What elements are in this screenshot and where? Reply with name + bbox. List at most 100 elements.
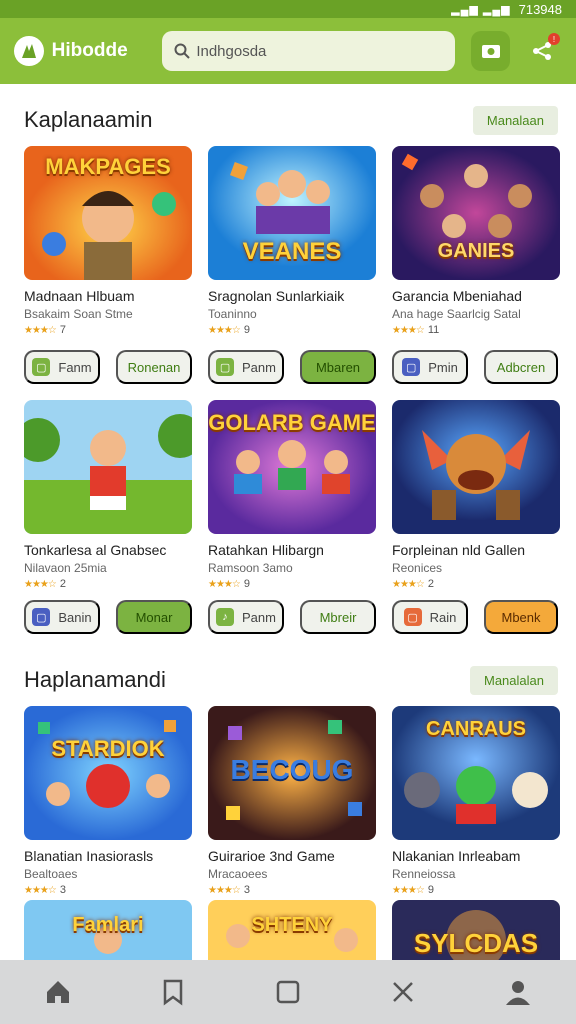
star-rating-icon: ★★★☆ — [24, 578, 57, 590]
play-button[interactable]: ▢ Panm — [208, 350, 284, 384]
game-banner: SHTENY — [251, 914, 333, 936]
play-button[interactable]: ♪ Panm — [208, 600, 284, 634]
game-title: Nlakanian Inrleabam — [392, 848, 521, 864]
game-thumbnail: Famlari — [24, 900, 192, 960]
action-button[interactable]: Adbcren — [484, 350, 558, 384]
game-banner: Famlari — [72, 914, 144, 936]
game-thumbnail: SHTENY — [208, 900, 376, 960]
play-button[interactable]: ▢ Banin — [24, 600, 100, 634]
game-card[interactable]: CANRAUS Nlakanian Inrleabam Renneiossa ★… — [392, 706, 560, 896]
section-header: Haplanamandi Manalalan — [24, 664, 558, 696]
see-more-button[interactable]: Manalaan — [472, 105, 558, 135]
game-banner: STARDIOK — [51, 736, 165, 761]
star-rating-icon: ★★★☆ — [392, 884, 425, 896]
game-subtitle: Bealtoaes — [24, 867, 78, 881]
game-card[interactable]: VEANES Sragnolan Sunlarkiaik Toaninno ★★… — [208, 146, 376, 336]
game-thumbnail: SYLCDAS — [392, 900, 560, 960]
game-thumbnail — [392, 400, 560, 534]
nav-home[interactable] — [33, 967, 83, 1017]
section-header: Kaplanaamin Manalaan — [24, 104, 558, 136]
star-rating-icon: ★★★☆ — [208, 884, 241, 896]
game-banner: GANIES — [437, 240, 515, 262]
game-thumbnail: STARDIOK — [24, 706, 192, 840]
game-subtitle: Nilavaon 25mia — [24, 561, 107, 575]
game-rating: ★★★☆ 3 — [208, 884, 250, 896]
game-subtitle: Reonices — [392, 561, 443, 575]
game-subtitle: Ramsoon 3amo — [208, 561, 293, 575]
game-banner: SYLCDAS — [413, 928, 539, 958]
notification-badge: ! — [548, 33, 560, 45]
game-card[interactable]: Famlari — [24, 900, 192, 960]
search-bar[interactable] — [162, 31, 455, 71]
app-logo-icon — [14, 36, 44, 66]
game-card[interactable]: SHTENY — [208, 900, 376, 960]
game-subtitle: Mracaoees — [208, 867, 268, 881]
game-thumbnail: CANRAUS — [392, 706, 560, 840]
game-subtitle: Renneiossa — [392, 867, 456, 881]
play-icon: ▢ — [32, 608, 51, 626]
play-icon: ♪ — [216, 608, 235, 626]
game-card[interactable]: Tonkarlesa al Gnabsec Nilavaon 25mia ★★★… — [24, 400, 192, 590]
play-icon: ▢ — [403, 608, 422, 626]
game-banner: GOLARB GAME — [208, 410, 376, 435]
nav-bookmark[interactable] — [148, 967, 198, 1017]
main-content: Kaplanaamin Manalaan MAKPAGES Madnaan Hl… — [0, 84, 576, 960]
app-bar: Hibodde ! — [0, 18, 576, 84]
game-card[interactable]: BECOUG Guirarioe 3nd Game Mracaoees ★★★☆… — [208, 706, 376, 896]
game-rating: ★★★☆ 9 — [208, 578, 250, 590]
game-thumbnail: MAKPAGES — [24, 146, 192, 280]
see-more-button[interactable]: Manalalan — [470, 665, 558, 695]
play-button[interactable]: ▢ Fanm — [24, 350, 100, 384]
star-rating-icon: ★★★☆ — [208, 578, 241, 590]
action-button[interactable]: Mbaren — [300, 350, 376, 384]
game-card[interactable]: STARDIOK Blanatian Inasiorasls Bealtoaes… — [24, 706, 192, 896]
game-rating: ★★★☆ 7 — [24, 324, 66, 336]
game-rating: ★★★☆ 2 — [392, 578, 434, 590]
action-row: ▢ Banin Monar ♪ Panm Mbreir ▢ Rain Mbenk — [24, 600, 558, 636]
search-icon — [174, 43, 191, 59]
nav-close[interactable] — [378, 967, 428, 1017]
action-button[interactable]: Mbenk — [484, 600, 558, 634]
game-title: Madnaan Hlbuam — [24, 288, 135, 304]
game-card[interactable]: GOLARB GAME Ratahkan Hlibargn Ramsoon 3a… — [208, 400, 376, 590]
game-card[interactable]: Forpleinan nld Gallen Reonices ★★★☆ 2 — [392, 400, 560, 590]
star-rating-icon: ★★★☆ — [24, 324, 57, 336]
bottom-navigation — [0, 960, 576, 1024]
square-icon — [276, 980, 300, 1004]
play-button[interactable]: ▢ Rain — [392, 600, 468, 634]
star-rating-icon: ★★★☆ — [392, 324, 425, 336]
game-subtitle: Bsakaim Soan Stme — [24, 307, 133, 321]
nav-profile[interactable] — [493, 967, 543, 1017]
camera-button[interactable] — [470, 31, 511, 71]
camera-icon — [481, 45, 500, 58]
app-title: Hibodde — [51, 40, 128, 61]
star-rating-icon: ★★★☆ — [24, 884, 57, 896]
action-button[interactable]: Monar — [116, 600, 192, 634]
play-button[interactable]: ▢ Pmin — [392, 350, 468, 384]
star-rating-icon: ★★★☆ — [208, 324, 241, 336]
game-thumbnail: GOLARB GAME — [208, 400, 376, 534]
status-time: 713948 — [518, 1, 562, 17]
game-rating: ★★★☆ 9 — [208, 324, 250, 336]
section-title: Kaplanaamin — [24, 107, 153, 132]
game-card[interactable]: SYLCDAS — [392, 900, 560, 960]
share-icon — [533, 42, 552, 60]
game-title: Garancia Mbeniahad — [392, 288, 522, 304]
game-title: Forpleinan nld Gallen — [392, 542, 526, 558]
game-rating: ★★★☆ 3 — [24, 884, 66, 896]
action-button[interactable]: Ronenan — [116, 350, 192, 384]
nav-square[interactable] — [263, 967, 313, 1017]
action-button[interactable]: Mbreir — [300, 600, 376, 634]
game-subtitle: Ana hage Saarlcig Satal — [392, 307, 521, 321]
game-card[interactable]: MAKPAGES Madnaan Hlbuam Bsakaim Soan Stm… — [24, 146, 192, 336]
home-icon — [46, 981, 69, 1003]
action-row: ▢ Fanm Ronenan ▢ Panm Mbaren ▢ Pmin Adbcren — [24, 350, 558, 386]
bookmark-icon — [163, 979, 183, 1006]
search-input[interactable] — [196, 42, 437, 60]
game-title: Tonkarlesa al Gnabsec — [24, 542, 167, 558]
notifications-button[interactable]: ! — [522, 31, 562, 71]
game-rating: ★★★☆ 2 — [24, 578, 66, 590]
status-bar: ▂▄▆ ▂▄▆ 713948 — [0, 0, 576, 18]
game-card[interactable]: GANIES Garancia Mbeniahad Ana hage Saarl… — [392, 146, 560, 336]
play-icon: ▢ — [402, 358, 421, 376]
